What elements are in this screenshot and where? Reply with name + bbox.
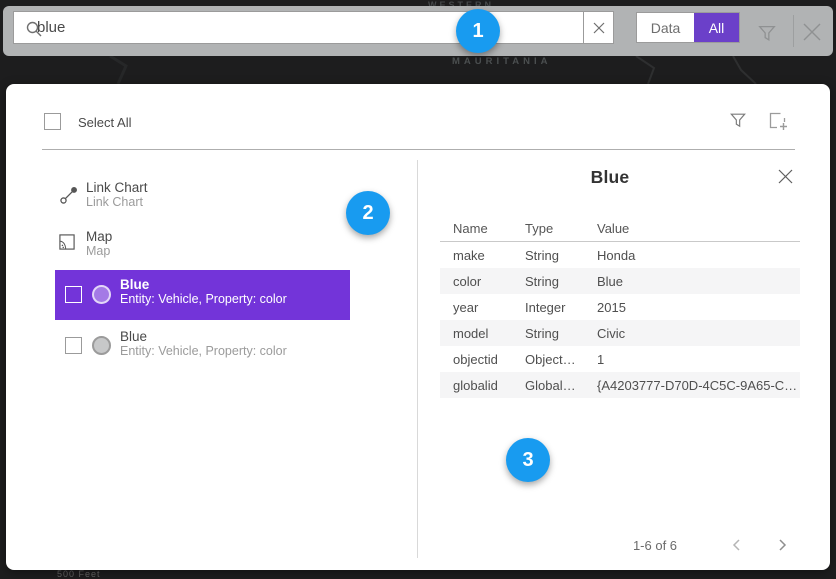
- table-row: make String Honda: [440, 242, 800, 268]
- topbar-divider: [793, 15, 794, 47]
- table-row: globalid Global… {A4203777-D70D-4C5C-9A6…: [440, 372, 800, 398]
- item-checkbox[interactable]: [65, 286, 82, 303]
- close-icon: [777, 168, 794, 185]
- cell-type: Object…: [525, 352, 597, 367]
- add-layer-icon: [766, 109, 790, 133]
- cell-type: Global…: [525, 378, 597, 393]
- filter-button[interactable]: [756, 22, 778, 44]
- header-divider: [42, 149, 795, 150]
- search-icon: [25, 20, 43, 38]
- select-all-label: Select All: [78, 115, 131, 130]
- table-row: model String Civic: [440, 320, 800, 346]
- list-item-blue-selected[interactable]: Blue Entity: Vehicle, Property: color: [55, 270, 350, 320]
- close-icon: [592, 21, 606, 35]
- list-item-map[interactable]: Map Map: [55, 226, 350, 274]
- map-scale-label: 500 Feet: [57, 569, 101, 579]
- list-item-subtitle: Entity: Vehicle, Property: color: [120, 344, 287, 359]
- column-header-value: Value: [597, 221, 800, 236]
- cell-type: String: [525, 326, 597, 341]
- step-badge-1: 1: [456, 9, 500, 53]
- cell-value: {A4203777-D70D-4C5C-9A65-C…: [597, 378, 800, 393]
- cell-value: 1: [597, 352, 800, 367]
- item-checkbox[interactable]: [65, 337, 82, 354]
- funnel-icon: [728, 110, 748, 130]
- details-title: Blue: [440, 167, 780, 188]
- list-item-subtitle: Entity: Vehicle, Property: color: [120, 292, 287, 307]
- add-to-map-button[interactable]: [766, 109, 790, 133]
- chevron-right-icon: [774, 537, 790, 553]
- screen: WESTERN MAURITANIA 500 Feet blue Data Al…: [0, 0, 836, 579]
- results-filter-button[interactable]: [728, 110, 748, 130]
- map-icon: [57, 232, 77, 252]
- attributes-table: Name Type Value make String Honda color …: [440, 215, 800, 398]
- funnel-icon: [756, 22, 778, 44]
- clear-search-button[interactable]: [583, 11, 614, 44]
- list-item-title: Map: [86, 229, 112, 244]
- link-chart-icon: [58, 184, 80, 206]
- list-item-title: Link Chart: [86, 180, 148, 195]
- step-badge-2: 2: [346, 191, 390, 235]
- search-results-panel: Select All Link Chart Link Chart: [6, 84, 830, 570]
- scope-all-button[interactable]: All: [694, 13, 739, 42]
- list-item-subtitle: Map: [86, 244, 110, 259]
- column-header-type: Type: [525, 221, 597, 236]
- cell-name: make: [440, 248, 525, 263]
- pagination-prev-button[interactable]: [729, 537, 745, 553]
- list-item-title: Blue: [120, 329, 147, 344]
- table-row: color String Blue: [440, 268, 800, 294]
- list-item-title: Blue: [120, 277, 149, 292]
- cell-name: color: [440, 274, 525, 289]
- select-all-checkbox[interactable]: [44, 113, 61, 130]
- cell-value: Honda: [597, 248, 800, 263]
- table-row: year Integer 2015: [440, 294, 800, 320]
- cell-type: String: [525, 248, 597, 263]
- table-row: objectid Object… 1: [440, 346, 800, 372]
- cell-name: year: [440, 300, 525, 315]
- search-scope-toggle: Data All: [636, 12, 740, 43]
- cell-value: 2015: [597, 300, 800, 315]
- close-search-button[interactable]: [799, 19, 825, 45]
- cell-name: globalid: [440, 378, 525, 393]
- list-details-divider: [417, 160, 418, 558]
- details-close-button[interactable]: [777, 168, 794, 185]
- cell-name: model: [440, 326, 525, 341]
- list-item-blue[interactable]: Blue Entity: Vehicle, Property: color: [55, 325, 350, 371]
- step-badge-3: 3: [506, 438, 550, 482]
- close-icon: [799, 19, 825, 45]
- cell-type: Integer: [525, 300, 597, 315]
- pagination-next-button[interactable]: [774, 537, 790, 553]
- cell-type: String: [525, 274, 597, 289]
- cell-value: Blue: [597, 274, 800, 289]
- point-symbol-icon: [92, 336, 111, 355]
- cell-name: objectid: [440, 352, 525, 367]
- search-bar: blue Data All: [3, 6, 833, 56]
- point-symbol-icon: [92, 285, 111, 304]
- map-label-mauritania: MAURITANIA: [452, 56, 551, 67]
- table-header: Name Type Value: [440, 215, 800, 242]
- cell-value: Civic: [597, 326, 800, 341]
- list-item-link-chart[interactable]: Link Chart Link Chart: [55, 176, 350, 224]
- chevron-left-icon: [729, 537, 745, 553]
- pagination-label: 1-6 of 6: [605, 538, 705, 553]
- list-item-subtitle: Link Chart: [86, 195, 143, 210]
- scope-data-button[interactable]: Data: [637, 13, 694, 42]
- column-header-name: Name: [440, 221, 525, 236]
